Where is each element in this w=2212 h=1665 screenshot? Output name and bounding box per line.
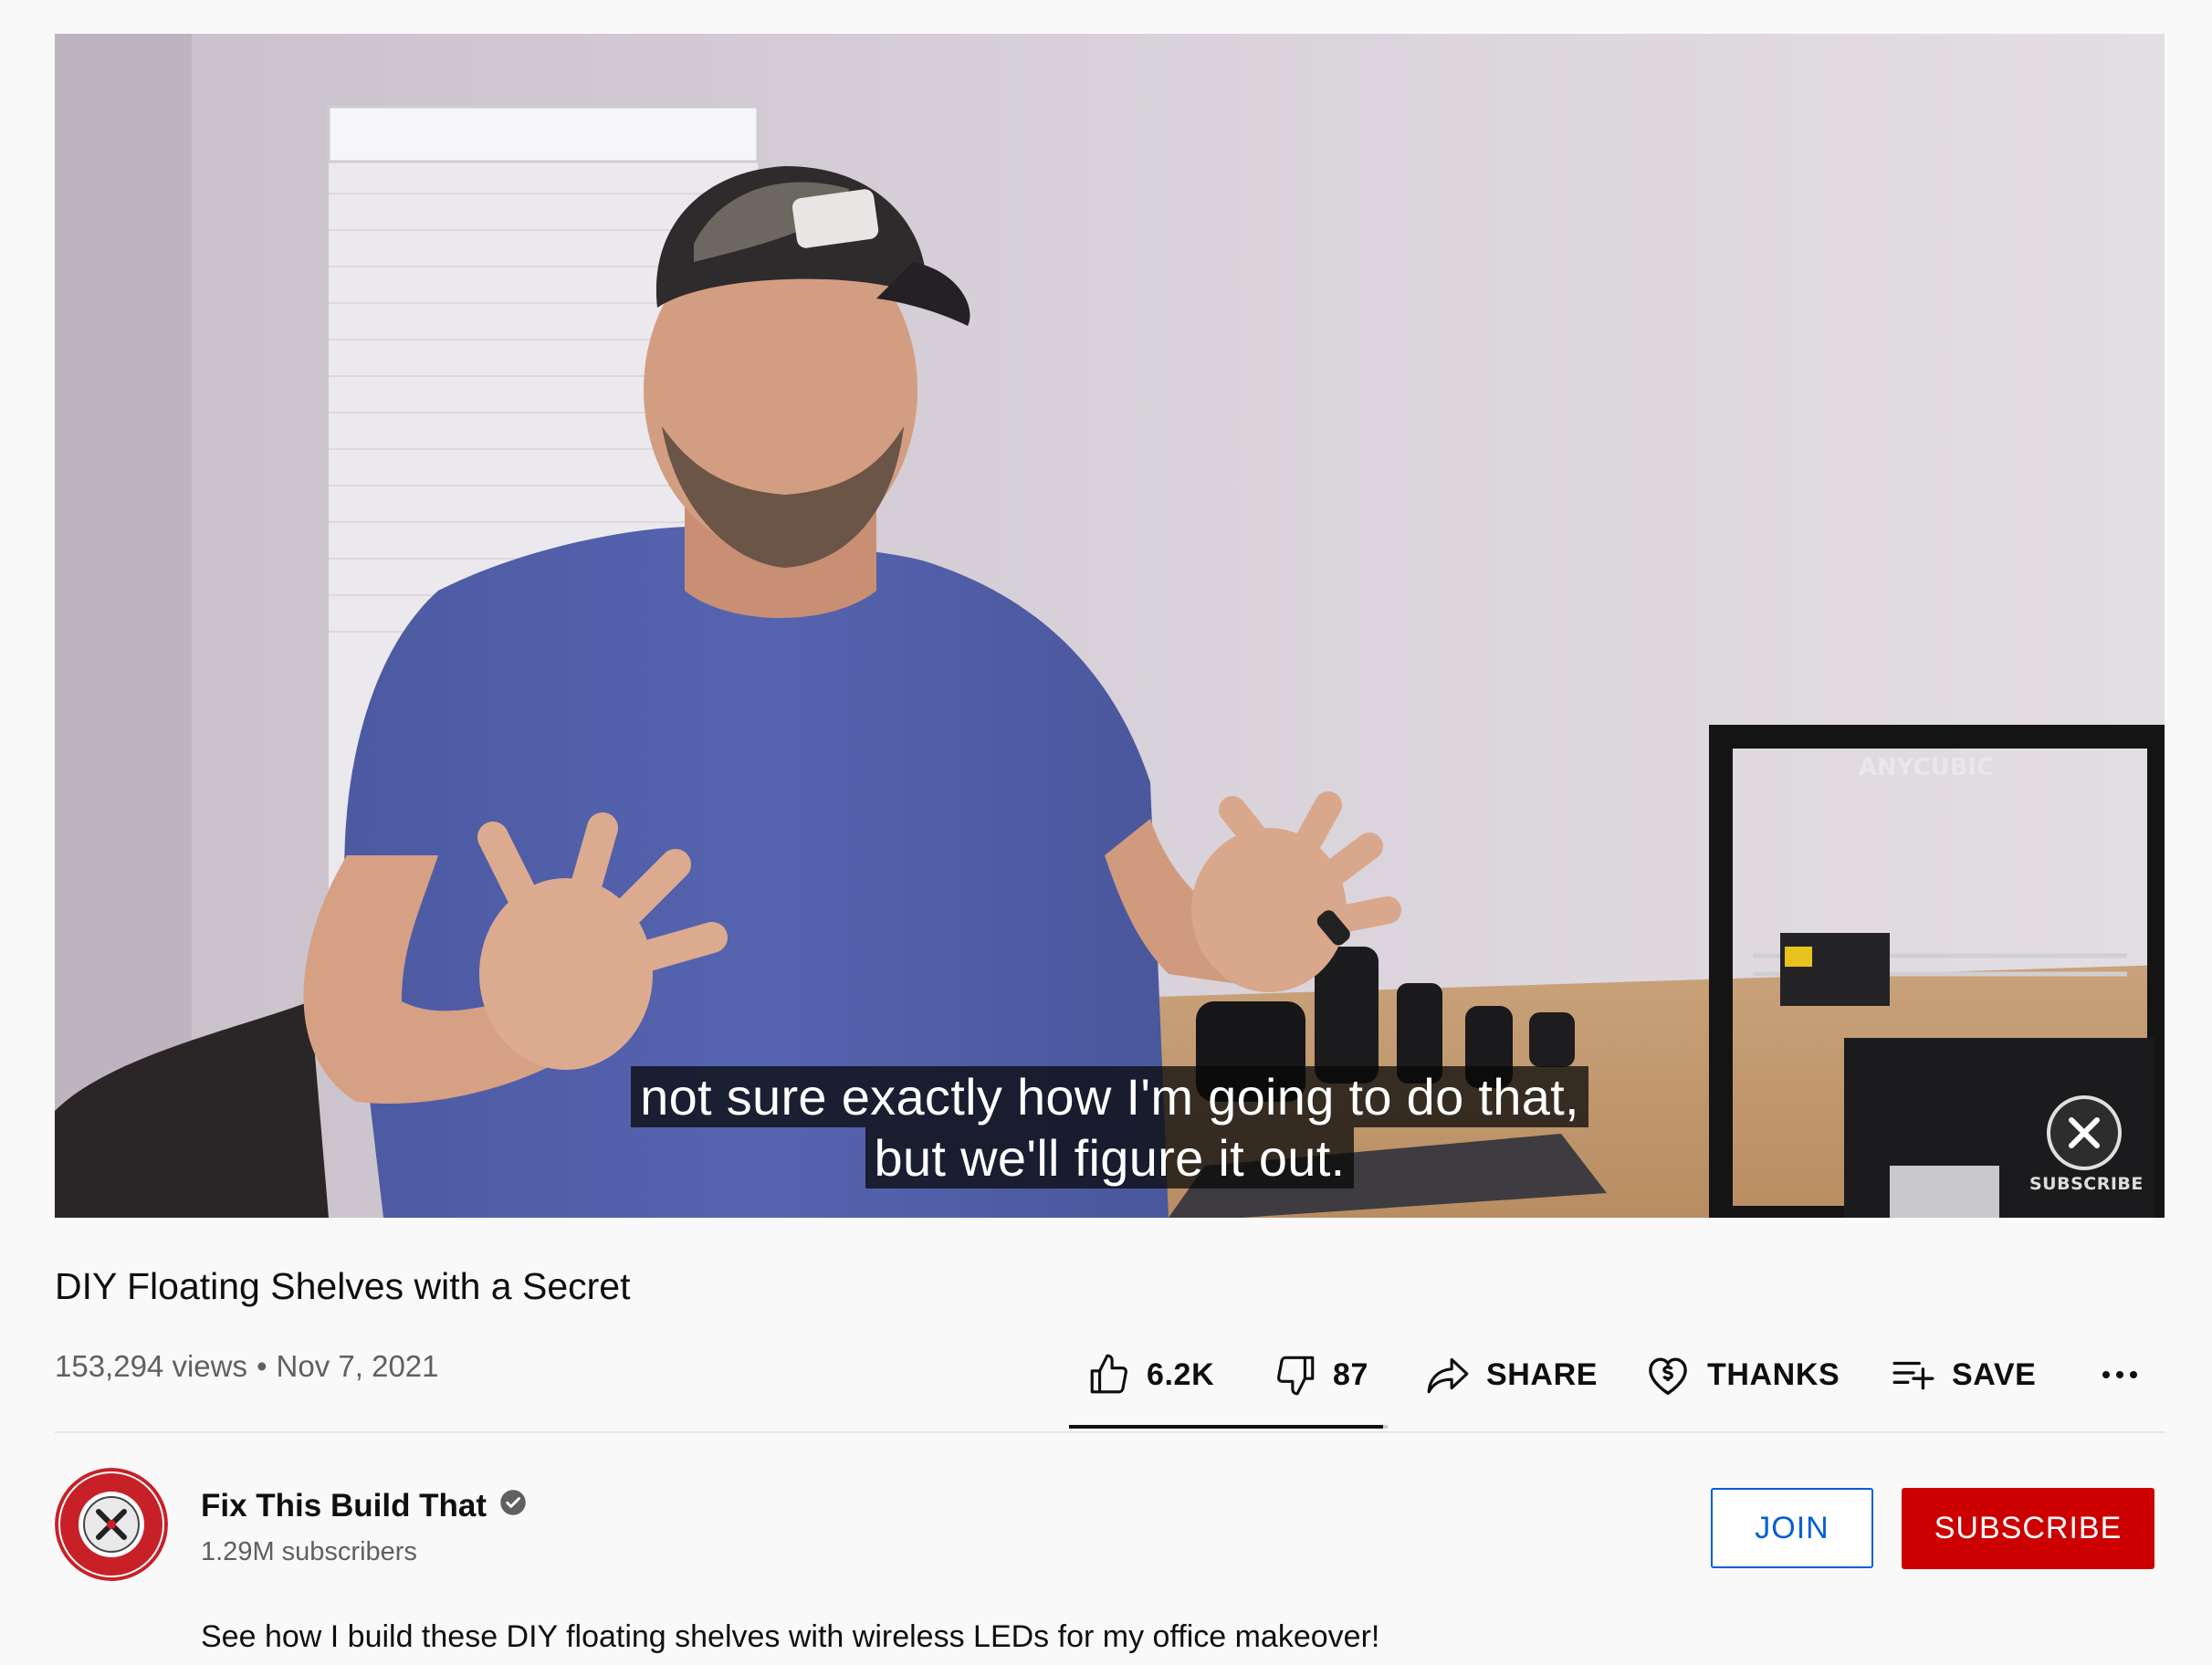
caption-line-2: but we'll figure it out. bbox=[865, 1127, 1355, 1189]
save-button[interactable]: SAVE bbox=[1890, 1352, 2036, 1398]
dislike-count: 87 bbox=[1333, 1356, 1369, 1392]
share-arrow-icon bbox=[1427, 1357, 1469, 1394]
like-count: 6.2K bbox=[1147, 1356, 1215, 1392]
video-meta: 153,294 views • Nov 7, 2021 bbox=[55, 1349, 439, 1384]
caption-line-1: not sure exactly how I'm going to do tha… bbox=[631, 1066, 1588, 1127]
verified-badge-icon bbox=[499, 1488, 527, 1524]
publish-date: Nov 7, 2021 bbox=[276, 1349, 439, 1383]
section-divider bbox=[55, 1431, 2165, 1433]
thanks-label: THANKS bbox=[1707, 1356, 1840, 1392]
video-description: See how I build these DIY floating shelv… bbox=[201, 1619, 1380, 1654]
video-player[interactable]: ANYCUBIC not sure exactly how I'm going … bbox=[55, 34, 2165, 1218]
save-label: SAVE bbox=[1952, 1356, 2037, 1392]
meta-separator: • bbox=[256, 1349, 267, 1383]
channel-logo-icon bbox=[55, 1468, 168, 1581]
view-count: 153,294 views bbox=[55, 1349, 247, 1383]
more-actions-button[interactable] bbox=[2100, 1366, 2140, 1384]
share-label: SHARE bbox=[1486, 1356, 1599, 1392]
video-frame: ANYCUBIC bbox=[55, 34, 2165, 1218]
video-title: DIY Floating Shelves with a Secret bbox=[55, 1265, 631, 1307]
like-ratio-fill bbox=[1069, 1425, 1384, 1429]
share-button[interactable]: SHARE bbox=[1424, 1352, 1598, 1398]
dislike-button[interactable]: 87 bbox=[1273, 1352, 1368, 1398]
like-ratio-bar bbox=[1069, 1425, 1388, 1429]
watermark-subscribe-label: SUBSCRIBE bbox=[2029, 1174, 2144, 1194]
subscribe-button[interactable]: SUBSCRIBE bbox=[1902, 1488, 2154, 1569]
like-button[interactable]: 6.2K bbox=[1086, 1352, 1214, 1398]
printer-brand-text: ANYCUBIC bbox=[1859, 754, 1995, 781]
watch-page: ANYCUBIC not sure exactly how I'm going … bbox=[0, 0, 2212, 1665]
heart-dollar-icon bbox=[1649, 1357, 1687, 1395]
thumbs-up-icon bbox=[1090, 1354, 1127, 1394]
thumbs-down-icon bbox=[1277, 1356, 1315, 1396]
more-horizontal-icon bbox=[2102, 1371, 2137, 1378]
thanks-button[interactable]: THANKS bbox=[1643, 1350, 1840, 1399]
playlist-add-icon bbox=[1892, 1361, 1934, 1390]
channel-name-text: Fix This Build That bbox=[201, 1488, 487, 1524]
channel-avatar[interactable] bbox=[55, 1468, 168, 1581]
caption-overlay: not sure exactly how I'm going to do tha… bbox=[55, 1066, 2165, 1189]
join-button[interactable]: JOIN bbox=[1711, 1488, 1873, 1568]
subscriber-count: 1.29M subscribers bbox=[201, 1537, 417, 1566]
channel-watermark-subscribe[interactable]: SUBSCRIBE bbox=[2029, 1095, 2144, 1194]
watermark-logo-icon bbox=[2047, 1095, 2122, 1170]
channel-name[interactable]: Fix This Build That bbox=[201, 1488, 527, 1524]
